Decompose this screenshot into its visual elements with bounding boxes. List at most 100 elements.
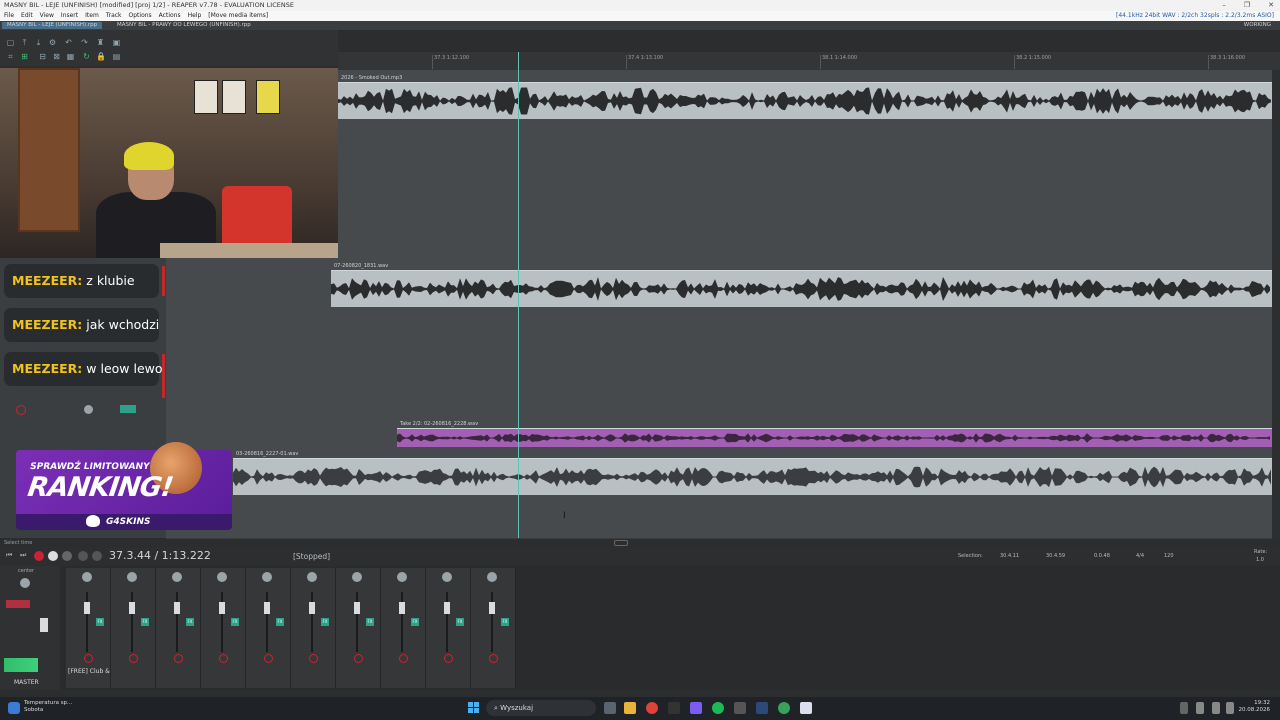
pan-knob[interactable] — [262, 572, 272, 582]
fx-button[interactable] — [120, 405, 136, 413]
toolbar-ripple-icon[interactable]: ⊟ — [38, 52, 47, 61]
toolbar-lock-icon[interactable]: ▣ — [112, 38, 121, 47]
record-arm-button[interactable] — [489, 654, 498, 663]
record-arm-button[interactable] — [129, 654, 138, 663]
fx-button[interactable]: FX — [141, 618, 149, 626]
pause-button[interactable] — [78, 551, 88, 561]
record-arm-button[interactable] — [264, 654, 273, 663]
fx-button[interactable]: FX — [96, 618, 104, 626]
minimize-button[interactable]: – — [1222, 0, 1226, 11]
record-button[interactable] — [34, 551, 44, 561]
volume-fader[interactable] — [309, 602, 315, 614]
reaper-icon[interactable] — [800, 702, 812, 714]
toolbar-redo-icon[interactable]: ↷ — [80, 38, 89, 47]
tray-chevron-icon[interactable] — [1180, 702, 1188, 714]
media-item-take-2228[interactable]: Take 2/2: 02-260816_2228.wav — [397, 421, 1272, 447]
windows-start-icon[interactable] — [468, 702, 480, 714]
chrome-icon[interactable] — [646, 702, 658, 714]
volume-fader[interactable] — [399, 602, 405, 614]
toolbar-undo-icon[interactable]: ↶ — [64, 38, 73, 47]
mixer-strip[interactable]: FX — [381, 568, 426, 688]
pan-knob[interactable] — [487, 572, 497, 582]
network-icon[interactable] — [1212, 702, 1220, 714]
task-view-icon[interactable] — [604, 702, 616, 714]
fx-button[interactable]: FX — [321, 618, 329, 626]
browser-icon[interactable] — [778, 702, 790, 714]
go-to-end-icon[interactable]: ⏭ — [20, 551, 30, 561]
time-position[interactable]: 37.3.44 / 1:13.222 — [109, 549, 211, 562]
master-fader[interactable] — [40, 618, 48, 632]
fx-button[interactable]: FX — [186, 618, 194, 626]
pan-knob[interactable] — [352, 572, 362, 582]
mixer-strip[interactable]: FX — [156, 568, 201, 688]
menu-edit[interactable]: Edit — [21, 11, 33, 21]
record-arm-button[interactable] — [16, 405, 26, 415]
fx-button[interactable]: FX — [501, 618, 509, 626]
fx-button[interactable]: FX — [276, 618, 284, 626]
record-arm-button[interactable] — [399, 654, 408, 663]
pan-knob[interactable] — [127, 572, 137, 582]
go-to-start-icon[interactable]: ⏮ — [6, 551, 16, 561]
record-arm-button[interactable] — [174, 654, 183, 663]
mixer-strip[interactable]: FX — [471, 568, 516, 688]
system-clock[interactable]: 19:32 20.08.2026 — [1239, 700, 1271, 714]
toolbar-autocrossfade-icon[interactable]: ↻ — [82, 52, 91, 61]
menu-track[interactable]: Track — [106, 11, 122, 21]
weather-icon[interactable] — [8, 702, 20, 714]
discord-icon[interactable] — [690, 702, 702, 714]
menu-insert[interactable]: Insert — [61, 11, 78, 21]
mixer-strip[interactable]: FX — [246, 568, 291, 688]
volume-fader[interactable] — [264, 602, 270, 614]
volume-fader[interactable] — [489, 602, 495, 614]
menu-view[interactable]: View — [40, 11, 54, 21]
toolbar-marker-icon[interactable]: ▤ — [112, 52, 121, 61]
toolbar-ripple-all-icon[interactable]: ⊠ — [52, 52, 61, 61]
toolbar-envelope-lock-icon[interactable]: 🔒 — [96, 52, 106, 61]
pan-knob[interactable] — [307, 572, 317, 582]
steam-icon[interactable] — [756, 702, 768, 714]
repeat-button[interactable] — [92, 551, 102, 561]
volume-fader[interactable] — [444, 602, 450, 614]
record-arm-button[interactable] — [354, 654, 363, 663]
pan-knob[interactable] — [442, 572, 452, 582]
toolbar-snap-icon[interactable]: ⊞ — [20, 52, 29, 61]
audio-status[interactable]: [44.1kHz 24bit WAV : 2/2ch 32spls : 2.2/… — [1116, 11, 1274, 21]
project-tab-2[interactable]: MASNY BIL - PRAWY DO LEWEGO (UNFINISH).r… — [112, 22, 256, 29]
toolbar-metronome-icon[interactable]: ♜ — [96, 38, 105, 47]
weather-widget[interactable]: Temperatura sp... Sobota — [24, 700, 72, 714]
play-button[interactable] — [48, 551, 58, 561]
volume-fader[interactable] — [84, 602, 90, 614]
record-arm-button[interactable] — [84, 654, 93, 663]
fx-button[interactable]: FX — [411, 618, 419, 626]
fx-button[interactable]: FX — [366, 618, 374, 626]
spotify-icon[interactable] — [712, 702, 724, 714]
rate-value[interactable]: 1.0 — [1256, 557, 1264, 563]
time-signature[interactable]: 4/4 — [1136, 553, 1144, 559]
selection-length[interactable]: 0.0.48 — [1094, 553, 1110, 559]
mixer-strip[interactable]: FX — [336, 568, 381, 688]
maximize-button[interactable]: ❐ — [1244, 0, 1250, 11]
menu-help[interactable]: Help — [188, 11, 202, 21]
record-arm-button[interactable] — [219, 654, 228, 663]
menu-options[interactable]: Options — [129, 11, 152, 21]
toolbar-new-icon[interactable]: ▢ — [6, 38, 15, 47]
mixer-strip[interactable]: FX — [111, 568, 156, 688]
volume-knob[interactable] — [84, 405, 93, 414]
volume-fader[interactable] — [354, 602, 360, 614]
volume-fader[interactable] — [219, 602, 225, 614]
tempo-bpm[interactable]: 120 — [1164, 553, 1174, 559]
pan-knob[interactable] — [172, 572, 182, 582]
pan-knob[interactable] — [82, 572, 92, 582]
fx-button[interactable]: FX — [456, 618, 464, 626]
mixer-strip[interactable]: FX — [201, 568, 246, 688]
menu-file[interactable]: File — [4, 11, 14, 21]
volume-fader[interactable] — [174, 602, 180, 614]
settings-icon[interactable] — [734, 702, 746, 714]
record-arm-button[interactable] — [444, 654, 453, 663]
mixer-strip[interactable]: FX — [426, 568, 471, 688]
menu-item[interactable]: Item — [85, 11, 99, 21]
close-button[interactable]: ✕ — [1268, 0, 1274, 11]
media-item-vocal-2227[interactable]: 03-260816_2227-01.wav — [233, 451, 1272, 495]
menu-actions[interactable]: Actions — [159, 11, 181, 21]
fx-button[interactable]: FX — [231, 618, 239, 626]
